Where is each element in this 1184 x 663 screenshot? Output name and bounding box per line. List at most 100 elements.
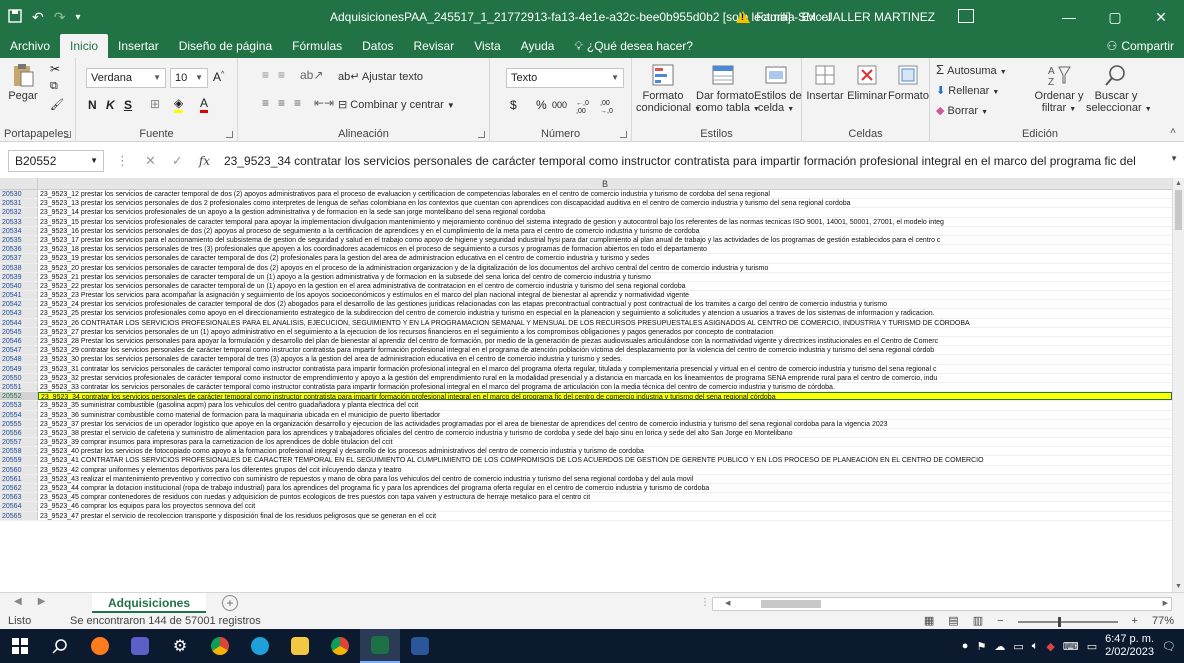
tray-display-icon[interactable]: ▭ — [1013, 640, 1023, 653]
tray-network-icon[interactable]: ⚑ — [976, 640, 986, 653]
row-number[interactable]: 20534 — [0, 226, 38, 235]
row-number[interactable]: 20558 — [0, 447, 38, 456]
clear-button[interactable]: ◆ Borrar ▼ — [936, 104, 988, 117]
tab-diseno-pagina[interactable]: Diseño de página — [169, 34, 282, 58]
wrap-text-button[interactable]: ab↵ Ajustar texto — [338, 70, 423, 83]
row-number[interactable]: 20547 — [0, 346, 38, 355]
table-row[interactable]: 20535 23_9523_17 prestar los servicios pa… — [0, 235, 1172, 246]
align-left-icon[interactable]: ≡ — [262, 96, 269, 110]
select-all-corner[interactable] — [0, 178, 38, 190]
row-number[interactable]: 20555 — [0, 419, 38, 428]
merge-center-button[interactable]: ⊟ Combinar y centrar ▼ — [338, 98, 455, 111]
clock[interactable]: 6:47 p. m. 2/02/2023 — [1105, 633, 1154, 659]
row-number[interactable]: 20545 — [0, 327, 38, 336]
collapse-ribbon-icon[interactable]: ˄ — [1170, 126, 1176, 137]
cell-b[interactable]: 23_9523_22 prestar los servicios persona… — [38, 282, 1172, 290]
scroll-up-icon[interactable]: ▲ — [1175, 180, 1182, 187]
row-number[interactable]: 20543 — [0, 309, 38, 318]
zoom-out-button[interactable]: − — [997, 614, 1003, 629]
ribbon-display-options-icon[interactable] — [958, 9, 974, 23]
table-row[interactable]: 20536 23_9523_18 prestar los servicios pe… — [0, 245, 1172, 255]
cell-b[interactable]: 23_9523_13 prestar los servicios persona… — [38, 199, 1172, 207]
row-number[interactable]: 20546 — [0, 337, 38, 346]
cell-b[interactable]: 23_9523_26 CONTRATAR LOS SERVICIOS PROFE… — [38, 319, 1172, 327]
table-row[interactable]: 20554 23_9523_36 suministrar combustible … — [0, 410, 1172, 420]
close-button[interactable]: ✕ — [1138, 0, 1184, 34]
row-number[interactable]: 20560 — [0, 465, 38, 474]
cell-b[interactable]: 23_9523_46 comprar los equipos para los … — [38, 502, 1172, 510]
cell-b[interactable]: 23_9523_27 prestar los servicios persona… — [38, 328, 1172, 336]
sort-filter-button[interactable]: AZ Ordenar y filtrar ▼ — [1034, 62, 1084, 114]
underline-button[interactable]: S — [124, 98, 132, 112]
tab-split-handle-icon[interactable]: ⋮ — [700, 597, 710, 608]
cell-b[interactable]: 23_9523_21 prestar los servicios persona… — [38, 273, 1172, 281]
battery-icon[interactable]: ▭ — [1087, 640, 1097, 653]
teams-icon[interactable] — [120, 629, 160, 663]
cell-b[interactable]: 23_9523_29 contratar los servicios perso… — [38, 346, 1172, 354]
enter-icon[interactable]: ✓ — [172, 153, 183, 169]
cell-b[interactable]: 23_9523_43 realizar el mantenimiento pre… — [38, 475, 1172, 483]
cell-b[interactable]: 23_9523_16 prestar los servicios persona… — [38, 227, 1172, 235]
insert-cells-button[interactable]: Insertar — [804, 62, 846, 102]
scroll-right-icon[interactable]: ▶ — [1163, 598, 1168, 610]
page-break-view-icon[interactable]: ▥ — [973, 614, 983, 629]
table-row[interactable]: 20562 23_9523_44 comprar la dotacion inst… — [0, 484, 1172, 494]
format-as-table-button[interactable]: Dar formato como tabla ▼ — [696, 62, 760, 114]
find-select-button[interactable]: Buscar y seleccionar ▼ — [1086, 62, 1152, 114]
table-row[interactable]: 20541 23_9523_23 Prestar los servicios pa… — [0, 291, 1172, 301]
cell-b[interactable]: 23_9523_23 Prestar los servicios para ac… — [38, 291, 1172, 299]
table-row[interactable]: 20534 23_9523_16 prestar los servicios pe… — [0, 226, 1172, 236]
horizontal-scrollbar[interactable]: ◀ ▶ — [712, 597, 1172, 611]
table-row[interactable]: 20548 23_9523_30 prestar los servicios pe… — [0, 355, 1172, 365]
prev-sheet-icon[interactable]: ◀ — [14, 596, 22, 607]
horizontal-scroll-thumb[interactable] — [761, 600, 821, 608]
row-number[interactable]: 20536 — [0, 245, 38, 254]
format-cells-button[interactable]: Formato — [888, 62, 929, 102]
table-row[interactable]: 20545 23_9523_27 prestar los servicios pe… — [0, 327, 1172, 337]
table-row[interactable]: 20558 23_9523_40 prestar los servicios de… — [0, 447, 1172, 457]
column-header-b[interactable]: B — [38, 178, 1172, 190]
account-area[interactable]: Familia SM - JALLER MARTINEZ — [736, 0, 935, 34]
currency-button[interactable]: $ — [510, 98, 517, 112]
table-row[interactable]: 20546 23_9523_28 Prestar los servicios pe… — [0, 337, 1172, 347]
clipboard-launcher-icon[interactable] — [64, 131, 71, 138]
cell-b[interactable]: 23_9523_40 prestar los servicios de foto… — [38, 447, 1172, 455]
table-row[interactable]: 20544 23_9523_26 CONTRATAR LOS SERVICIOS … — [0, 318, 1172, 328]
align-middle-icon[interactable]: ≡ — [278, 68, 285, 82]
increase-decimal-button[interactable]: ←,0 ,00 — [576, 100, 596, 116]
table-row[interactable]: 20530 23_9523_12 prestar los servicios de… — [0, 190, 1172, 200]
increase-font-icon[interactable]: A^ — [213, 70, 224, 84]
chrome-icon[interactable] — [200, 629, 240, 663]
table-row[interactable]: 20565 23_9523_47 prestar el servicio de r… — [0, 511, 1172, 521]
tray-shield-icon[interactable]: ◆ — [1046, 640, 1054, 653]
tab-inicio[interactable]: Inicio — [60, 34, 109, 58]
table-row[interactable]: 20538 23_9523_20 prestar los servicios pe… — [0, 263, 1172, 273]
customize-qat-icon[interactable]: ▾ — [75, 12, 80, 23]
tab-vista[interactable]: Vista — [464, 34, 510, 58]
row-number[interactable]: 20559 — [0, 456, 38, 465]
row-number[interactable]: 20537 — [0, 254, 38, 263]
cell-b[interactable]: 23_9523_24 prestar los servicios profesi… — [38, 300, 1172, 308]
cancel-icon[interactable]: ✕ — [145, 153, 156, 169]
format-painter-icon[interactable]: 🖌︎ — [50, 98, 64, 111]
number-format-select[interactable]: Texto ▼ — [506, 68, 624, 88]
fill-color-icon[interactable]: ◈ — [174, 96, 184, 113]
search-icon[interactable] — [40, 629, 80, 663]
word-taskbar-icon[interactable] — [400, 629, 440, 663]
row-number[interactable]: 20554 — [0, 410, 38, 419]
undo-icon[interactable]: ↶ — [32, 9, 44, 26]
cell-b[interactable]: 23_9523_12 prestar los servicios de cara… — [38, 190, 1172, 198]
sheet-tab-adquisiciones[interactable]: Adquisiciones — [92, 593, 207, 613]
start-button[interactable] — [0, 629, 40, 663]
delete-cells-button[interactable]: Eliminar — [846, 62, 888, 102]
zoom-in-button[interactable]: + — [1132, 614, 1138, 629]
cell-b[interactable]: 23_9523_38 prestar el servicio de cafete… — [38, 429, 1172, 437]
row-number[interactable]: 20532 — [0, 208, 38, 217]
row-number[interactable]: 20549 — [0, 364, 38, 373]
row-number[interactable]: 20550 — [0, 373, 38, 382]
cell-b[interactable]: 23_9523_15 prestar los servicios profesi… — [38, 218, 1172, 226]
account-name[interactable]: Familia SM - JALLER MARTINEZ — [756, 10, 935, 24]
row-number[interactable]: 20556 — [0, 428, 38, 438]
share-button[interactable]: ⚇ Compartir — [1107, 34, 1174, 58]
row-number[interactable]: 20557 — [0, 438, 38, 447]
